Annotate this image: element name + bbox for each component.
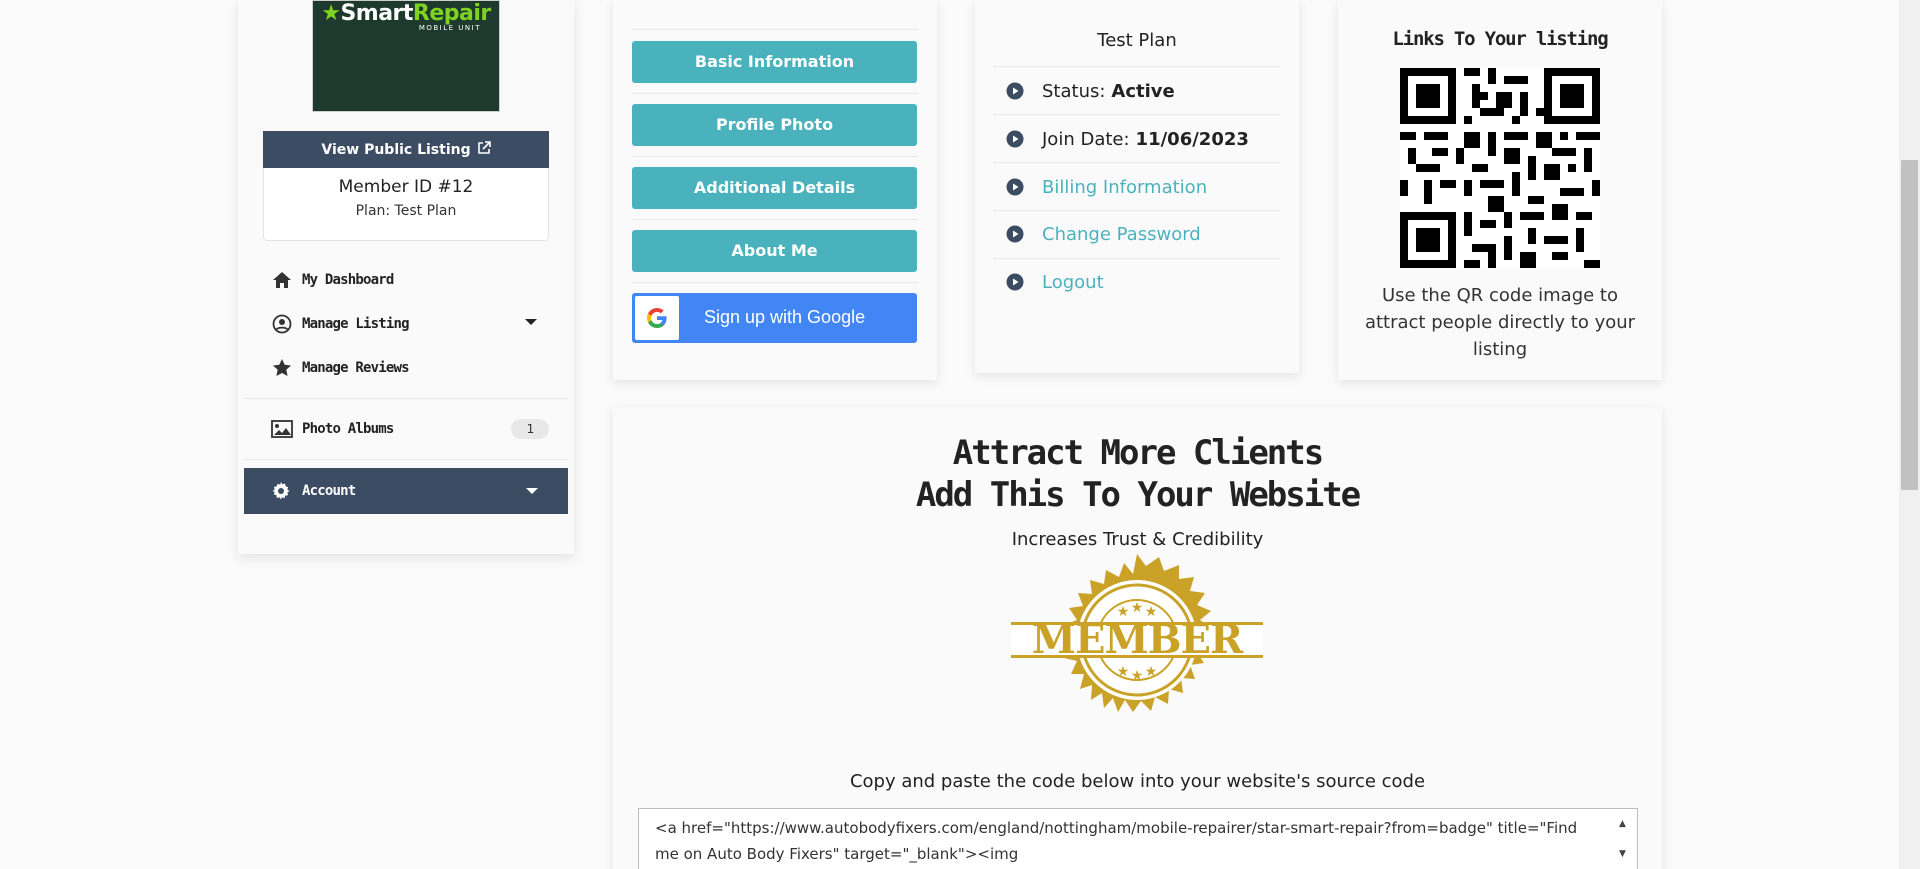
page-scrollbar[interactable] bbox=[1899, 0, 1920, 869]
profile-sections-card: Basic Information Profile Photo Addition… bbox=[613, 0, 937, 380]
play-circle-icon bbox=[1006, 82, 1024, 100]
sidebar-item-photo-albums[interactable]: Photo Albums 1 bbox=[238, 407, 574, 451]
sidebar-nav: My Dashboard Manage Listing Manage Revie… bbox=[238, 258, 574, 514]
basic-information-button[interactable]: Basic Information bbox=[632, 41, 917, 83]
badge-code-textarea[interactable]: <a href="https://www.autobodyfixers.com/… bbox=[638, 808, 1638, 869]
gear-icon bbox=[271, 481, 291, 501]
scroll-up-icon[interactable]: ▲ bbox=[1619, 811, 1635, 837]
status-row: Status: Active bbox=[993, 67, 1281, 115]
seal-text: MEMBER bbox=[1032, 616, 1244, 663]
sidebar-item-account[interactable]: Account bbox=[244, 468, 568, 514]
website-badge-card: Attract More Clients Add This To Your We… bbox=[613, 407, 1662, 869]
business-logo: ★SmartRepair MOBILE UNIT bbox=[312, 0, 500, 112]
divider bbox=[244, 398, 568, 399]
svg-text:★: ★ bbox=[1131, 600, 1144, 616]
billing-information-link[interactable]: Billing Information bbox=[993, 163, 1281, 211]
external-link-icon bbox=[477, 140, 491, 159]
divider bbox=[632, 93, 918, 94]
plan-title: Test Plan bbox=[1097, 30, 1177, 51]
star-icon bbox=[271, 357, 293, 379]
change-password-link[interactable]: Change Password bbox=[993, 210, 1281, 258]
sign-up-with-google-button[interactable]: Sign up with Google bbox=[632, 293, 917, 343]
svg-text:★: ★ bbox=[1131, 668, 1144, 684]
divider bbox=[632, 219, 918, 220]
badge-heading-line2: Add This To Your Website bbox=[915, 475, 1361, 515]
copy-instructions: Copy and paste the code below into your … bbox=[849, 771, 1426, 792]
scrollbar-thumb[interactable] bbox=[1901, 160, 1918, 490]
textarea-scrollbar[interactable]: ▲ ▼ bbox=[1619, 811, 1635, 867]
sidebar-item-manage-reviews[interactable]: Manage Reviews bbox=[238, 346, 574, 390]
photo-albums-count-badge: 1 bbox=[511, 419, 549, 439]
badge-subheading: Increases Trust & Credibility bbox=[1011, 529, 1264, 550]
play-circle-icon bbox=[1006, 130, 1024, 148]
image-icon bbox=[271, 418, 293, 440]
join-date-row: Join Date: 11/06/2023 bbox=[993, 115, 1281, 163]
join-date-value: 11/06/2023 bbox=[1135, 128, 1249, 150]
play-circle-icon bbox=[1006, 273, 1024, 291]
sidebar-item-manage-listing[interactable]: Manage Listing bbox=[238, 302, 574, 346]
user-circle-icon bbox=[271, 313, 293, 335]
member-id: Member ID #12 bbox=[338, 177, 474, 197]
badge-heading-line1: Attract More Clients bbox=[952, 433, 1324, 473]
divider bbox=[244, 459, 568, 460]
qr-title: Links To Your listing bbox=[1392, 28, 1608, 50]
play-circle-icon bbox=[1006, 225, 1024, 243]
qr-description: Use the QR code image to attract people … bbox=[1364, 285, 1636, 360]
member-plan: Plan: Test Plan bbox=[355, 203, 457, 219]
svg-text:★: ★ bbox=[1117, 664, 1130, 680]
home-icon bbox=[271, 269, 293, 291]
divider bbox=[632, 282, 918, 283]
additional-details-button[interactable]: Additional Details bbox=[632, 167, 917, 209]
sidebar: ★SmartRepair MOBILE UNIT View Public Lis… bbox=[238, 0, 574, 554]
google-icon bbox=[635, 296, 679, 340]
divider bbox=[632, 29, 918, 30]
scroll-down-icon[interactable]: ▼ bbox=[1619, 841, 1635, 867]
logout-link[interactable]: Logout bbox=[993, 258, 1281, 306]
chevron-down-icon bbox=[525, 319, 537, 325]
divider bbox=[632, 156, 918, 157]
about-me-button[interactable]: About Me bbox=[632, 230, 917, 272]
member-seal-badge-image: ★ ★ ★ ★ ★ ★ MEMBER bbox=[1011, 554, 1263, 712]
status-value: Active bbox=[1111, 80, 1175, 102]
play-circle-icon bbox=[1006, 178, 1024, 196]
member-info: Member ID #12 Plan: Test Plan bbox=[263, 168, 549, 241]
view-public-listing-button[interactable]: View Public Listing bbox=[263, 131, 549, 168]
sidebar-item-my-dashboard[interactable]: My Dashboard bbox=[238, 258, 574, 302]
plan-card: Test Plan Status: Active Join Date: 11/06/… bbox=[975, 0, 1299, 373]
qr-card: Links To Your listing Use the QR code im… bbox=[1338, 0, 1662, 380]
profile-photo-button[interactable]: Profile Photo bbox=[632, 104, 917, 146]
qr-code-image[interactable] bbox=[1400, 68, 1600, 268]
logo-star-icon: ★ bbox=[321, 1, 341, 26]
chevron-down-icon bbox=[526, 488, 538, 494]
svg-text:★: ★ bbox=[1145, 664, 1158, 680]
